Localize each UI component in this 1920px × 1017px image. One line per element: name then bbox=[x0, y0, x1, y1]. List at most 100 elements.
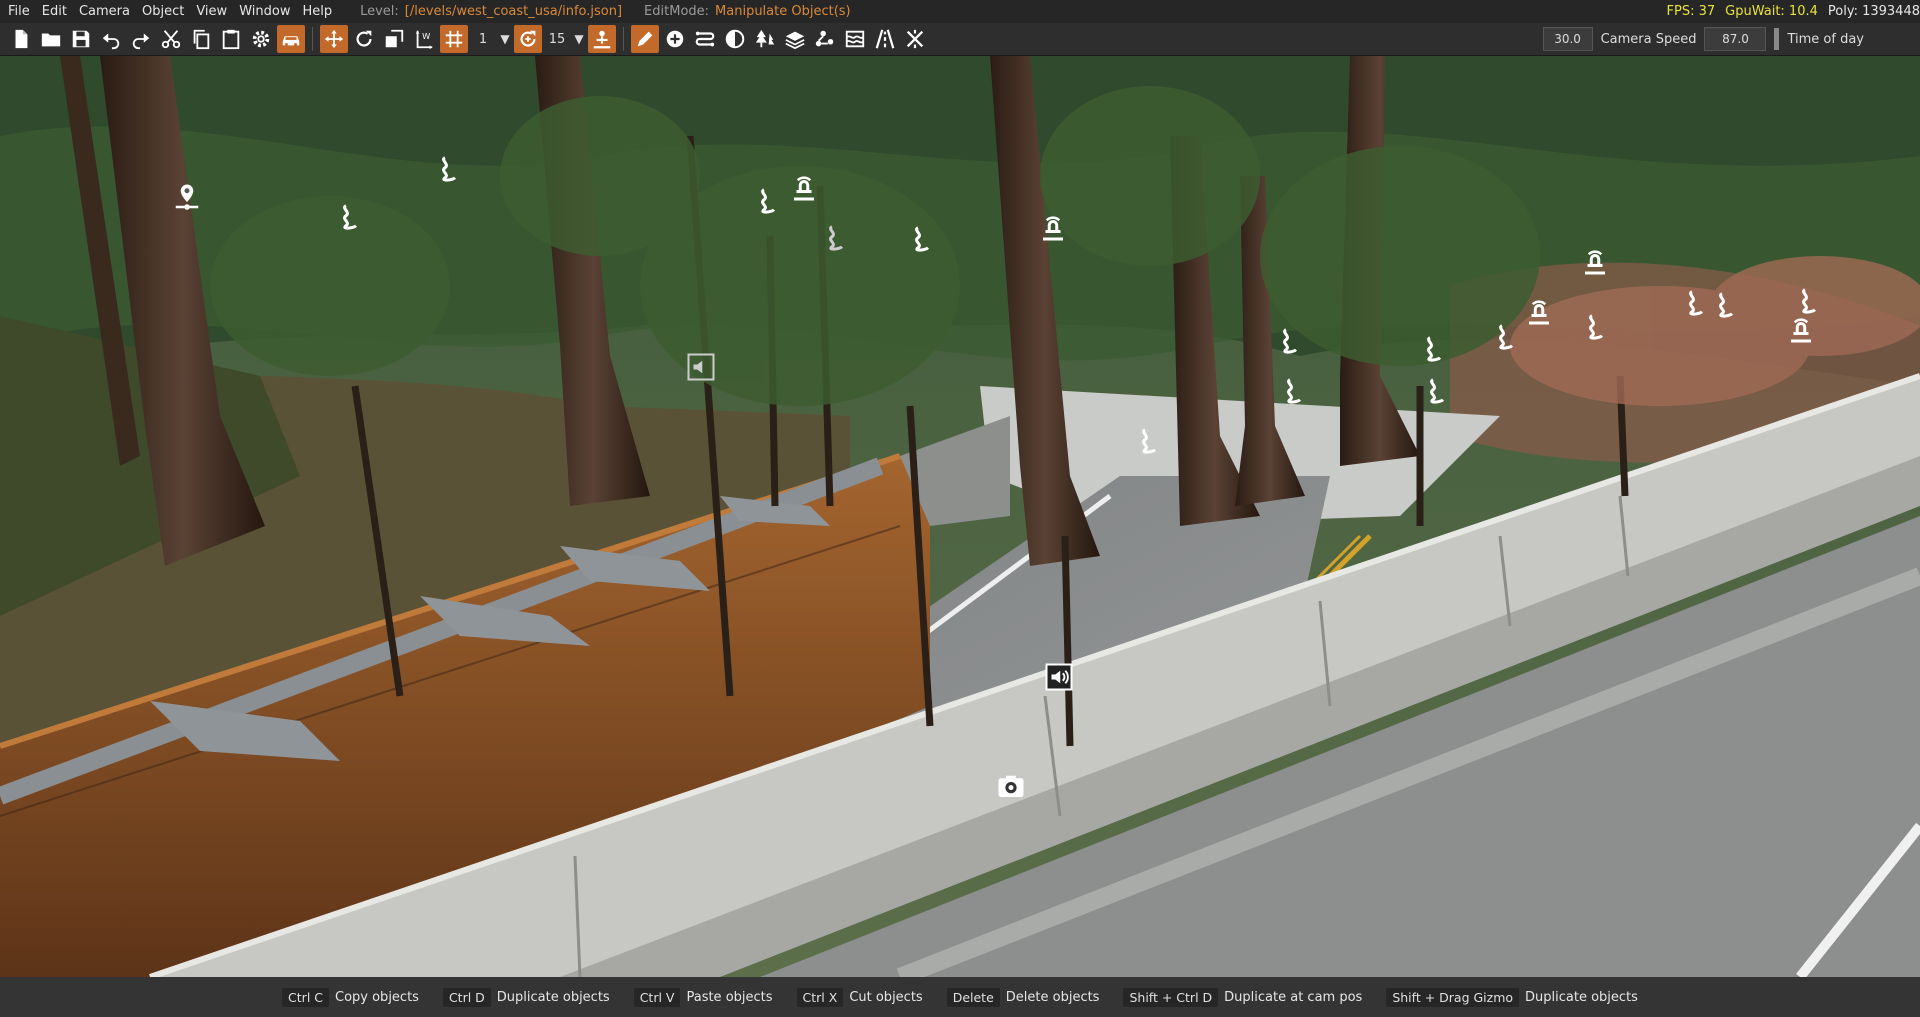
level-label: Level: bbox=[360, 4, 399, 19]
menu-help[interactable]: Help bbox=[296, 4, 338, 19]
gpuwait-readout: GpuWait: 10.4 bbox=[1725, 4, 1818, 19]
grid-snap-icon[interactable] bbox=[440, 25, 468, 53]
menu-window[interactable]: Window bbox=[233, 4, 296, 19]
shortcut-desc: Duplicate objects bbox=[496, 989, 610, 1005]
perf-stats: FPS: 37 GpuWait: 10.4 Poly: 1393448 bbox=[1667, 0, 1920, 23]
camera-settings: 30.0 Camera Speed 87.0 Time of day bbox=[1542, 23, 1912, 55]
particle-emitter-icon[interactable] bbox=[1133, 424, 1167, 458]
open-folder-icon[interactable] bbox=[37, 25, 65, 53]
shortcut-desc: Cut objects bbox=[849, 989, 923, 1005]
shortcut-key: Ctrl X bbox=[796, 987, 844, 1007]
camera-speed-input[interactable]: 30.0 bbox=[1542, 27, 1593, 51]
light-source-icon[interactable] bbox=[1522, 296, 1556, 330]
sound-emitter-icon[interactable] bbox=[1042, 660, 1076, 694]
world-local-icon[interactable]: W bbox=[410, 25, 438, 53]
menu-bar: File Edit Camera Object View Window Help… bbox=[0, 0, 1920, 23]
particle-emitter-icon[interactable] bbox=[1490, 320, 1524, 354]
grid-snap-value[interactable]: 1 bbox=[469, 28, 497, 50]
chevron-down-icon[interactable]: ▼ bbox=[497, 28, 513, 50]
move-gizmo-icon[interactable] bbox=[320, 25, 348, 53]
menu-edit[interactable]: Edit bbox=[36, 4, 73, 19]
undo-icon[interactable] bbox=[97, 25, 125, 53]
shortcut-drag-gizmo: Shift + Drag Gizmo Duplicate objects bbox=[1386, 987, 1638, 1007]
add-object-icon[interactable] bbox=[661, 25, 689, 53]
shortcut-paste: Ctrl V Paste objects bbox=[633, 987, 773, 1007]
shortcut-desc: Copy objects bbox=[335, 989, 419, 1005]
toolbar-separator bbox=[312, 27, 313, 51]
save-icon[interactable] bbox=[67, 25, 95, 53]
particle-emitter-icon[interactable] bbox=[1274, 324, 1308, 358]
spawn-point-icon[interactable] bbox=[170, 180, 204, 214]
shortcut-desc: Paste objects bbox=[686, 989, 773, 1005]
particle-emitter-icon[interactable] bbox=[334, 200, 368, 234]
particle-emitter-icon[interactable] bbox=[1421, 374, 1455, 408]
shortcut-delete: Delete Delete objects bbox=[946, 987, 1100, 1007]
copy-icon[interactable] bbox=[187, 25, 215, 53]
ai-paths-icon[interactable] bbox=[811, 25, 839, 53]
scale-gizmo-icon[interactable] bbox=[380, 25, 408, 53]
terrain-layers-icon[interactable] bbox=[781, 25, 809, 53]
shortcut-key: Delete bbox=[946, 987, 1000, 1007]
menu-object[interactable]: Object bbox=[136, 4, 190, 19]
new-file-icon[interactable] bbox=[7, 25, 35, 53]
rotate-snap-icon[interactable] bbox=[514, 25, 542, 53]
sound-emitter-icon[interactable] bbox=[684, 350, 718, 384]
edit-pencil-icon[interactable] bbox=[631, 25, 659, 53]
redo-icon[interactable] bbox=[127, 25, 155, 53]
toolbar-separator bbox=[623, 27, 624, 51]
vehicle-mode-icon[interactable] bbox=[277, 25, 305, 53]
particle-emitter-icon[interactable] bbox=[820, 221, 854, 255]
shortcut-key: Shift + Ctrl D bbox=[1123, 987, 1219, 1007]
shortcut-copy: Ctrl C Copy objects bbox=[282, 987, 419, 1007]
particle-emitter-icon[interactable] bbox=[1793, 284, 1827, 318]
poly-readout: Poly: 1393448 bbox=[1827, 4, 1920, 19]
cut-icon[interactable] bbox=[157, 25, 185, 53]
fps-readout: FPS: 37 bbox=[1666, 4, 1716, 19]
svg-text:W: W bbox=[422, 31, 430, 41]
river-tool-icon[interactable] bbox=[841, 25, 869, 53]
menu-view[interactable]: View bbox=[190, 4, 233, 19]
light-source-icon[interactable] bbox=[1784, 314, 1818, 348]
shortcut-hint-bar: Ctrl C Copy objects Ctrl D Duplicate objec… bbox=[0, 977, 1920, 1017]
mesh-road-icon[interactable] bbox=[871, 25, 899, 53]
rotate-gizmo-icon[interactable] bbox=[350, 25, 378, 53]
shortcut-duplicate: Ctrl D Duplicate objects bbox=[442, 987, 610, 1007]
particle-emitter-icon[interactable] bbox=[433, 152, 467, 186]
chevron-down-icon[interactable]: ▼ bbox=[571, 28, 587, 50]
particle-emitter-icon[interactable] bbox=[1680, 286, 1714, 320]
shortcut-duplicate-cam: Shift + Ctrl D Duplicate at cam pos bbox=[1123, 987, 1363, 1007]
menu-camera[interactable]: Camera bbox=[73, 4, 136, 19]
particle-emitter-icon[interactable] bbox=[1418, 332, 1452, 366]
settings-gear-icon[interactable] bbox=[247, 25, 275, 53]
editmode-value: Manipulate Object(s) bbox=[715, 4, 851, 19]
rotate-snap-value[interactable]: 15 bbox=[543, 28, 571, 50]
camera-speed-label: Camera Speed bbox=[1600, 31, 1697, 47]
particle-emitter-icon[interactable] bbox=[752, 184, 786, 218]
road-tool-icon[interactable] bbox=[691, 25, 719, 53]
time-of-day-label: Time of day bbox=[1787, 31, 1864, 47]
shortcut-desc: Duplicate objects bbox=[1525, 989, 1638, 1005]
camera-bookmark-icon[interactable] bbox=[994, 770, 1028, 804]
light-source-icon[interactable] bbox=[787, 172, 821, 206]
particle-emitter-icon[interactable] bbox=[1580, 310, 1614, 344]
shortcut-cut: Ctrl X Cut objects bbox=[796, 987, 923, 1007]
forest-tool-icon[interactable] bbox=[751, 25, 779, 53]
time-of-day-input[interactable]: 87.0 bbox=[1704, 27, 1767, 51]
shortcut-key: Ctrl V bbox=[633, 987, 681, 1007]
shortcut-desc: Duplicate at cam pos bbox=[1224, 989, 1363, 1005]
scene-render bbox=[0, 56, 1920, 977]
particle-emitter-icon[interactable] bbox=[1278, 374, 1312, 408]
light-source-icon[interactable] bbox=[1578, 246, 1612, 280]
particle-emitter-icon[interactable] bbox=[1710, 288, 1744, 322]
menu-file[interactable]: File bbox=[0, 4, 36, 19]
particle-emitter-icon[interactable] bbox=[906, 222, 940, 256]
navigation-tool-icon[interactable] bbox=[901, 25, 929, 53]
time-of-day-slider[interactable] bbox=[1774, 28, 1780, 50]
shortcut-desc: Delete objects bbox=[1005, 989, 1100, 1005]
decal-tool-icon[interactable] bbox=[721, 25, 749, 53]
light-source-icon[interactable] bbox=[1036, 212, 1070, 246]
level-path: [/levels/west_coast_usa/info.json] bbox=[404, 4, 623, 19]
paste-icon[interactable] bbox=[217, 25, 245, 53]
scene-viewport[interactable] bbox=[0, 56, 1920, 977]
snap-to-terrain-icon[interactable] bbox=[588, 25, 616, 53]
